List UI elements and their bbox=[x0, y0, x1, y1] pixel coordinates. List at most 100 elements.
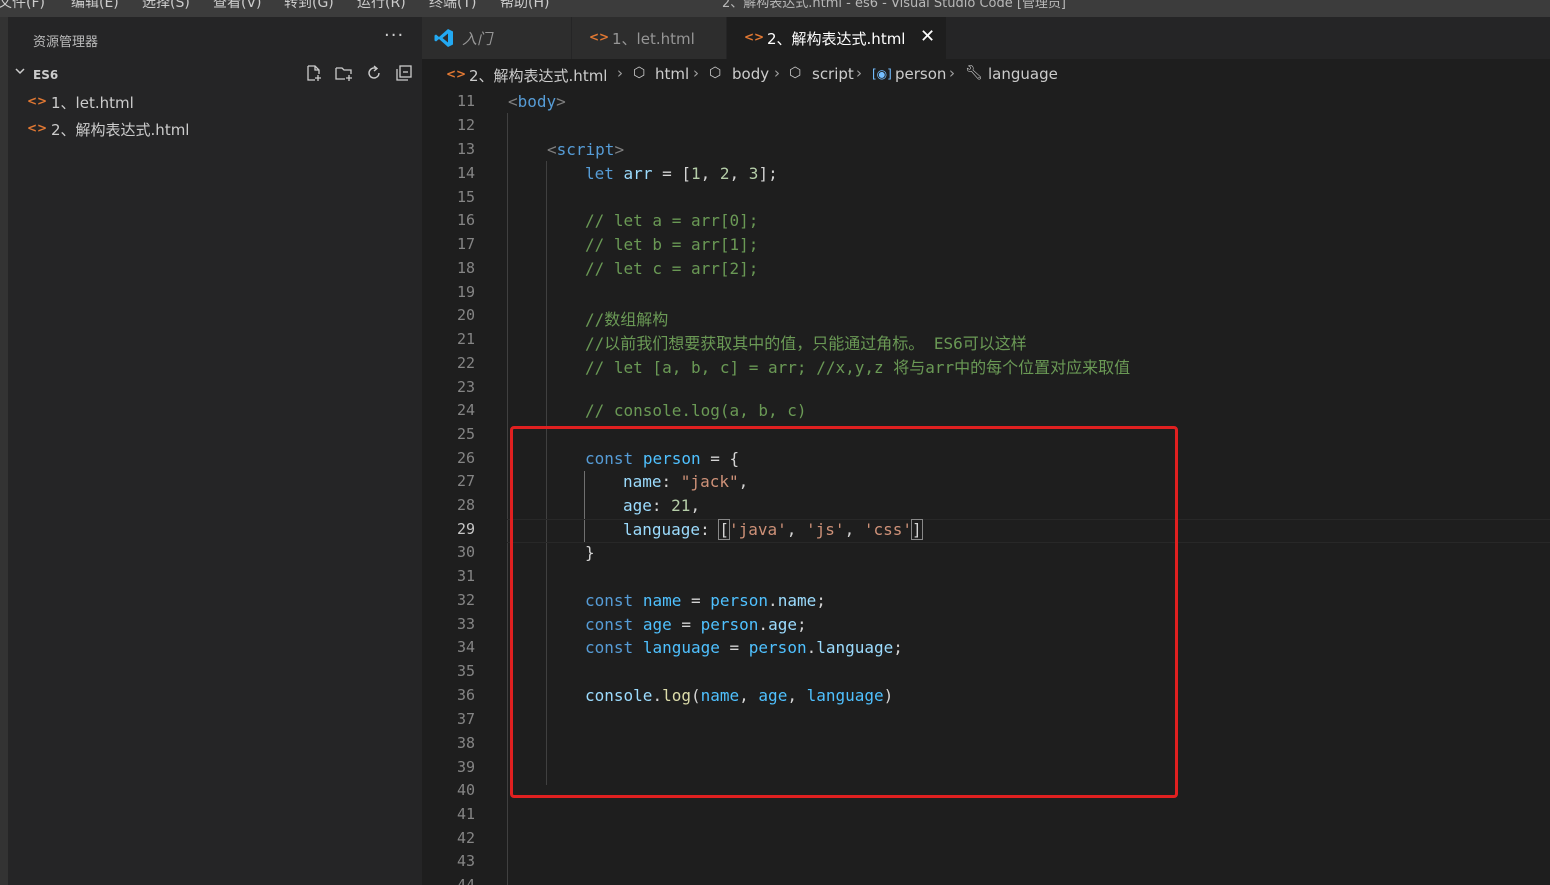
breadcrumb-body[interactable]: body bbox=[732, 65, 769, 83]
code-line: 22 // let [a, b, c] = arr; //x,y,z 将与arr中… bbox=[422, 353, 1550, 377]
tab-label: 1、let.html bbox=[612, 30, 695, 48]
line-number: 12 bbox=[456, 116, 475, 134]
line-number: 16 bbox=[456, 211, 475, 229]
activity-bar bbox=[0, 17, 8, 885]
code-text: let arr = [1, 2, 3]; bbox=[585, 164, 778, 183]
breadcrumb: <> 2、解构表达式.html › ⬡ html › ⬡ body › ⬡ sc… bbox=[422, 59, 1550, 89]
code-line: 21 //以前我们想要获取其中的值，只能通过角标。 ES6可以这样 bbox=[422, 329, 1550, 353]
wrench-icon: 🔧︎ bbox=[965, 65, 983, 81]
breadcrumb-script[interactable]: script bbox=[812, 65, 854, 83]
code-line: 43 bbox=[422, 851, 1550, 875]
new-file-icon[interactable] bbox=[305, 64, 323, 84]
breadcrumb-html[interactable]: html bbox=[655, 65, 689, 83]
menu-help[interactable]: 帮助(H) bbox=[500, 0, 549, 12]
collapse-all-icon[interactable] bbox=[395, 64, 413, 84]
more-actions-icon[interactable]: ··· bbox=[384, 25, 404, 46]
code-line: 42 bbox=[422, 828, 1550, 852]
tab-welcome[interactable]: 入门 bbox=[422, 17, 572, 59]
menu-selection[interactable]: 选择(S) bbox=[142, 0, 190, 12]
new-folder-icon[interactable] bbox=[335, 64, 353, 84]
menu-terminal[interactable]: 终端(T) bbox=[429, 0, 476, 12]
line-number: 25 bbox=[456, 425, 475, 443]
explorer-sidebar: 资源管理器 ··· ES6 <> 1、let.html <> 2、解构表达式.h… bbox=[8, 17, 422, 885]
html-file-icon: <> bbox=[589, 30, 610, 44]
code-line: 14 let arr = [1, 2, 3]; bbox=[422, 163, 1550, 187]
tab-bar: 入门 <> 1、let.html <> 2、解构表达式.html ✕ bbox=[422, 17, 1550, 59]
chevron-down-icon[interactable] bbox=[14, 65, 26, 81]
code-line: 13 <script> bbox=[422, 139, 1550, 163]
tab-label: 入门 bbox=[462, 30, 493, 48]
menu-edit[interactable]: 编辑(E) bbox=[71, 0, 119, 12]
line-number: 18 bbox=[456, 259, 475, 277]
line-number: 44 bbox=[456, 876, 475, 885]
chevron-right-icon: › bbox=[949, 64, 955, 82]
vscode-logo-icon bbox=[434, 28, 454, 52]
html-file-icon: <> bbox=[27, 94, 48, 108]
line-number: 37 bbox=[456, 710, 475, 728]
refresh-icon[interactable] bbox=[365, 64, 383, 84]
code-line: 41 bbox=[422, 804, 1550, 828]
line-number: 30 bbox=[456, 543, 475, 561]
explorer-title: 资源管理器 bbox=[33, 35, 99, 50]
tab-destructuring-html[interactable]: <> 2、解构表达式.html ✕ bbox=[727, 17, 947, 59]
code-comment: //以前我们想要获取其中的值，只能通过角标。 ES6可以这样 bbox=[585, 334, 1027, 353]
html-file-icon: <> bbox=[446, 67, 467, 81]
cube-icon: ⬡ bbox=[789, 65, 802, 81]
code-line: 44 bbox=[422, 875, 1550, 885]
chevron-right-icon: › bbox=[693, 64, 699, 82]
line-number: 19 bbox=[456, 283, 475, 301]
chevron-right-icon: › bbox=[856, 64, 862, 82]
menu-view[interactable]: 查看(V) bbox=[213, 0, 262, 12]
cube-icon: ⬡ bbox=[709, 65, 722, 81]
line-number: 41 bbox=[456, 805, 475, 823]
code-line: 23 bbox=[422, 377, 1550, 401]
breadcrumb-file[interactable]: 2、解构表达式.html bbox=[469, 65, 607, 86]
line-number: 29 bbox=[456, 520, 475, 538]
code-line: 24 // console.log(a, b, c) bbox=[422, 400, 1550, 424]
menu-run[interactable]: 运行(R) bbox=[357, 0, 406, 12]
cube-icon: ⬡ bbox=[633, 65, 646, 81]
line-number: 28 bbox=[456, 496, 475, 514]
menu-go[interactable]: 转到(G) bbox=[284, 0, 334, 12]
line-number: 35 bbox=[456, 662, 475, 680]
line-number: 32 bbox=[456, 591, 475, 609]
code-comment: // let c = arr[2]; bbox=[585, 259, 759, 278]
code-text: <body> bbox=[508, 92, 566, 111]
line-number: 38 bbox=[456, 734, 475, 752]
code-line: 18 // let c = arr[2]; bbox=[422, 258, 1550, 282]
line-number: 23 bbox=[456, 378, 475, 396]
line-number: 33 bbox=[456, 615, 475, 633]
close-icon[interactable]: ✕ bbox=[920, 26, 935, 47]
code-line: 11 <body> bbox=[422, 91, 1550, 115]
line-number: 15 bbox=[456, 188, 475, 206]
html-file-icon: <> bbox=[27, 121, 48, 135]
line-number: 21 bbox=[456, 330, 475, 348]
line-number: 31 bbox=[456, 567, 475, 585]
line-number: 39 bbox=[456, 758, 475, 776]
file-item-destructuring[interactable]: <> 2、解构表达式.html bbox=[8, 117, 422, 141]
line-number: 36 bbox=[456, 686, 475, 704]
folder-name: ES6 bbox=[33, 68, 59, 82]
file-name: 1、let.html bbox=[51, 94, 134, 112]
breadcrumb-language[interactable]: language bbox=[988, 65, 1058, 83]
breadcrumb-person[interactable]: person bbox=[895, 65, 946, 83]
code-line: 20 //数组解构 bbox=[422, 305, 1550, 329]
code-text: <script> bbox=[547, 140, 625, 159]
html-file-icon: <> bbox=[744, 30, 765, 44]
menu-file[interactable]: 文件(F) bbox=[0, 0, 45, 12]
menu-bar: 文件(F) 编辑(E) 选择(S) 查看(V) 转到(G) 运行(R) 终端(T… bbox=[0, 0, 1550, 17]
code-comment: // let a = arr[0]; bbox=[585, 211, 759, 230]
code-comment: // let [a, b, c] = arr; //x,y,z 将与arr中的每… bbox=[585, 358, 1131, 377]
window-title: 2、解构表达式.html - es6 - Visual Studio Code … bbox=[722, 0, 1067, 11]
line-number: 26 bbox=[456, 449, 475, 467]
line-number: 42 bbox=[456, 829, 475, 847]
tab-let-html[interactable]: <> 1、let.html bbox=[572, 17, 727, 59]
folder-row-es6[interactable]: ES6 bbox=[8, 64, 422, 86]
line-number: 24 bbox=[456, 401, 475, 419]
line-number: 22 bbox=[456, 354, 475, 372]
file-item-let[interactable]: <> 1、let.html bbox=[8, 90, 422, 114]
tab-label: 2、解构表达式.html bbox=[767, 30, 906, 48]
code-comment: // let b = arr[1]; bbox=[585, 235, 759, 254]
code-line: 17 // let b = arr[1]; bbox=[422, 234, 1550, 258]
line-number: 14 bbox=[456, 164, 475, 182]
